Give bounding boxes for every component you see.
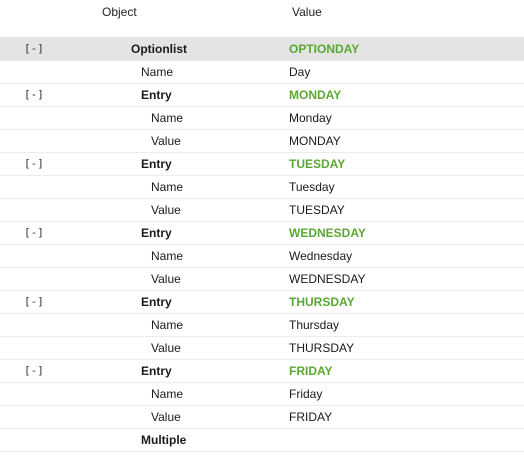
object-label: Entry bbox=[141, 157, 172, 171]
tree-property-row[interactable]: Value THURSDAY bbox=[0, 337, 524, 360]
value-cell: MONDAY bbox=[289, 134, 341, 148]
tree-node-row[interactable]: [-] Entry THURSDAY bbox=[0, 291, 524, 314]
tree-node-row[interactable]: [-] Optionlist OPTIONDAY bbox=[0, 38, 524, 61]
value-cell: Day bbox=[289, 65, 311, 79]
tree-property-row[interactable]: Name Friday bbox=[0, 383, 524, 406]
value-cell: WEDNESDAY bbox=[289, 226, 366, 240]
value-cell: MONDAY bbox=[289, 88, 342, 102]
tree-property-row[interactable]: Name Day bbox=[0, 61, 524, 84]
value-cell: TUESDAY bbox=[289, 157, 346, 171]
tree-node-row[interactable]: [-] Entry TUESDAY bbox=[0, 153, 524, 176]
value-cell: TUESDAY bbox=[289, 203, 345, 217]
collapse-toggle[interactable]: [-] bbox=[24, 226, 44, 239]
object-label: Entry bbox=[141, 295, 172, 309]
object-label: Multiple bbox=[141, 433, 187, 447]
value-cell: Tuesday bbox=[289, 180, 335, 194]
object-label: Name bbox=[151, 111, 184, 125]
value-cell: THURSDAY bbox=[289, 295, 355, 309]
object-label: Optionlist bbox=[131, 42, 187, 56]
tree-property-row[interactable]: Name Wednesday bbox=[0, 245, 524, 268]
tree-node-row[interactable]: [-] Entry FRIDAY bbox=[0, 360, 524, 383]
object-label: Name bbox=[151, 249, 184, 263]
value-cell: Thursday bbox=[289, 318, 340, 332]
tree-property-row[interactable]: Value WEDNESDAY bbox=[0, 268, 524, 291]
collapse-toggle[interactable]: [-] bbox=[24, 364, 44, 377]
tree-property-row[interactable]: Value TUESDAY bbox=[0, 199, 524, 222]
column-header-object[interactable]: Object bbox=[102, 5, 137, 19]
tree-header: Object Value bbox=[0, 0, 524, 38]
collapse-toggle[interactable]: [-] bbox=[24, 88, 44, 101]
value-cell: Wednesday bbox=[289, 249, 353, 263]
object-label: Name bbox=[151, 318, 184, 332]
object-label: Name bbox=[151, 387, 184, 401]
value-cell: Monday bbox=[289, 111, 332, 125]
collapse-toggle[interactable]: [-] bbox=[24, 157, 44, 170]
tree-property-row[interactable]: Value FRIDAY bbox=[0, 406, 524, 429]
column-header-value[interactable]: Value bbox=[292, 5, 322, 19]
value-cell: Friday bbox=[289, 387, 323, 401]
value-cell: OPTIONDAY bbox=[289, 42, 360, 56]
object-label: Value bbox=[151, 272, 181, 286]
tree-property-row[interactable]: Name Tuesday bbox=[0, 176, 524, 199]
object-label: Value bbox=[151, 203, 181, 217]
object-label: Value bbox=[151, 134, 181, 148]
object-label: Entry bbox=[141, 364, 172, 378]
object-label: Value bbox=[151, 410, 181, 424]
value-cell: FRIDAY bbox=[289, 410, 333, 424]
tree-property-row[interactable]: Name Thursday bbox=[0, 314, 524, 337]
tree-node-row[interactable]: [-] Entry MONDAY bbox=[0, 84, 524, 107]
value-cell: FRIDAY bbox=[289, 364, 333, 378]
object-label: Name bbox=[141, 65, 174, 79]
value-cell: WEDNESDAY bbox=[289, 272, 366, 286]
object-label: Entry bbox=[141, 88, 172, 102]
tree-property-row[interactable]: Value MONDAY bbox=[0, 130, 524, 153]
tree-rows: [-] Optionlist OPTIONDAY Name Day [-] Entry MON… bbox=[0, 38, 524, 452]
object-label: Name bbox=[151, 180, 184, 194]
collapse-toggle[interactable]: [-] bbox=[24, 42, 44, 55]
tree-node-row[interactable]: [-] Entry WEDNESDAY bbox=[0, 222, 524, 245]
object-label: Entry bbox=[141, 226, 172, 240]
value-cell: THURSDAY bbox=[289, 341, 355, 355]
property-tree: Object Value [-] Optionlist OPTIONDAY Name D… bbox=[0, 0, 524, 458]
collapse-toggle[interactable]: [-] bbox=[24, 295, 44, 308]
tree-node-row[interactable]: Multiple bbox=[0, 429, 524, 452]
tree-property-row[interactable]: Name Monday bbox=[0, 107, 524, 130]
object-label: Value bbox=[151, 341, 181, 355]
